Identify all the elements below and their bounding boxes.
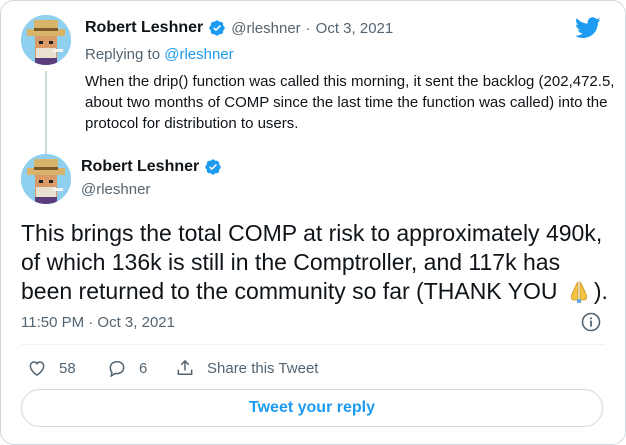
tweet-timestamp[interactable]: 11:50 PM · Oct 3, 2021 [21, 314, 175, 331]
date-separator: · [305, 19, 311, 37]
like-action[interactable]: 58 [27, 358, 76, 378]
reply-bubble-icon [109, 361, 125, 378]
author-name[interactable]: Robert Leshner [85, 19, 203, 37]
replying-to: Replying to @rleshner [85, 46, 234, 63]
main-tweet-text-end: ). [593, 278, 608, 304]
author-name[interactable]: Robert Leshner [81, 158, 199, 176]
replying-to-label: Replying to [85, 46, 161, 63]
reply-count: 6 [139, 359, 148, 377]
tweet-card: Robert Leshner @rleshner · Oct 3, 2021 R… [0, 0, 626, 445]
main-tweet-text: This brings the total COMP at risk to ap… [21, 219, 611, 306]
tweet-your-reply-label: Tweet your reply [249, 399, 375, 416]
twitter-bird-icon[interactable] [575, 17, 601, 44]
avatar[interactable] [21, 154, 71, 204]
main-tweet-text-part: This brings the total COMP at risk to ap… [21, 220, 603, 304]
replying-to-handle[interactable]: @rleshner [164, 46, 233, 63]
share-label: Share this Tweet [207, 359, 319, 377]
verified-badge-icon [205, 159, 221, 175]
info-icon[interactable] [581, 312, 601, 337]
reply-action[interactable]: 6 [107, 358, 147, 378]
folded-hands-emoji-icon [566, 278, 592, 304]
tweet-date[interactable]: Oct 3, 2021 [316, 20, 394, 37]
tweet-your-reply-button[interactable]: Tweet your reply [21, 389, 603, 427]
avatar[interactable] [21, 15, 71, 65]
main-header: Robert Leshner [81, 158, 222, 176]
heart-icon [29, 361, 45, 376]
author-handle[interactable]: @rleshner [231, 20, 300, 37]
like-count: 58 [59, 359, 76, 377]
parent-header: Robert Leshner @rleshner · Oct 3, 2021 [85, 19, 393, 37]
verified-badge-icon [209, 20, 225, 36]
parent-tweet-text: When the drip() function was called this… [85, 73, 615, 132]
share-icon [177, 359, 193, 375]
share-action[interactable]: Share this Tweet [175, 358, 318, 378]
author-handle[interactable]: @rleshner [81, 181, 150, 198]
thread-line [45, 71, 47, 157]
divider [21, 344, 605, 345]
